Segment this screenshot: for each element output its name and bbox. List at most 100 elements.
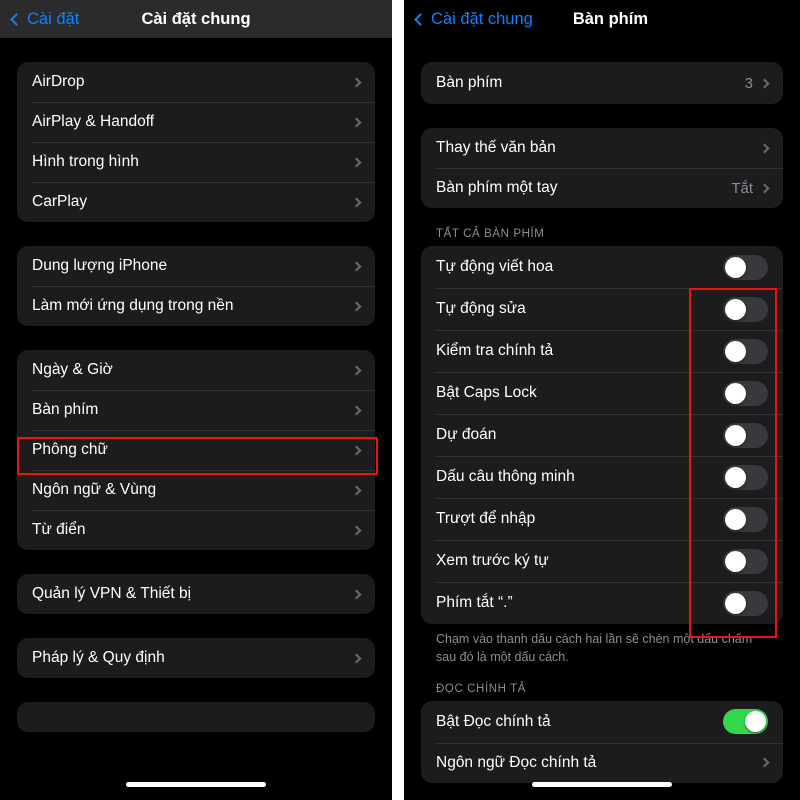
toggle-knob — [725, 382, 746, 404]
group-vpn: Quản lý VPN & Thiết bị — [17, 574, 375, 614]
settings-row-iphone-storage[interactable]: Dung lượng iPhone — [17, 246, 375, 286]
chevron-right-icon — [351, 589, 362, 599]
chevron-right-icon — [759, 143, 770, 153]
row-label: Ngôn ngữ & Vùng — [32, 481, 157, 498]
row-label: Trượt để nhập — [436, 510, 536, 527]
toggle-character-preview[interactable] — [723, 548, 768, 574]
chevron-left-icon — [414, 12, 427, 26]
row-label: Quản lý VPN & Thiết bị — [32, 585, 192, 602]
toggle-knob — [745, 711, 766, 732]
settings-row-auto-capitalization[interactable]: Tự động viết hoa — [421, 246, 783, 288]
row-value-count: 3 — [744, 74, 753, 92]
row-label: Phím tắt “.” — [436, 594, 513, 611]
toggle-knob — [725, 550, 746, 572]
group-keyboards: Bàn phím 3 — [421, 62, 783, 104]
chevron-right-icon — [759, 78, 770, 88]
settings-row-enable-dictation[interactable]: Bật Đọc chính tả — [421, 701, 783, 743]
toggle-auto-capitalization[interactable] — [723, 254, 768, 280]
left-settings-scroll[interactable]: AirDrop AirPlay & Handoff Hình trong hìn… — [0, 38, 392, 800]
toggle-auto-correction[interactable] — [723, 296, 768, 322]
row-label: Ngôn ngữ Đọc chính tả — [436, 753, 597, 771]
settings-row-carplay[interactable]: CarPlay — [17, 182, 375, 222]
panel-divider — [392, 0, 404, 800]
section-header-dictation: ĐỌC CHÍNH TẢ — [436, 682, 527, 695]
row-label: AirPlay & Handoff — [32, 113, 155, 130]
row-label: Dấu câu thông minh — [436, 468, 575, 485]
toggle-smart-punctuation[interactable] — [723, 464, 768, 490]
group-legal: Pháp lý & Quy định — [17, 638, 375, 678]
row-label: Hình trong hình — [32, 153, 139, 170]
chevron-right-icon — [351, 653, 362, 663]
left-phone-screen: Cài đặt Cài đặt chung AirDrop AirPlay & … — [0, 0, 392, 800]
group-text-options: Thay thế văn bản Bàn phím một tay Tắt — [421, 128, 783, 208]
settings-row-predictive[interactable]: Dự đoán — [421, 414, 783, 456]
row-label: Pháp lý & Quy định — [32, 649, 165, 666]
toggle-enable-dictation[interactable] — [723, 709, 768, 734]
right-settings-scroll[interactable]: Bàn phím 3 Thay thế văn bản Bàn phím một… — [404, 38, 800, 800]
chevron-right-icon — [351, 485, 362, 495]
back-button-label: Cài đặt chung — [431, 9, 533, 28]
settings-row-fonts[interactable]: Phông chữ — [17, 430, 375, 470]
row-label: Tự động sửa — [436, 300, 526, 317]
settings-row-legal-regulatory[interactable]: Pháp lý & Quy định — [17, 638, 375, 678]
settings-row-period-shortcut[interactable]: Phím tắt “.” — [421, 582, 783, 624]
back-button-general-settings[interactable]: Cài đặt chung — [414, 9, 533, 29]
chevron-right-icon — [351, 405, 362, 415]
toggle-knob — [725, 256, 746, 278]
settings-row-smart-punctuation[interactable]: Dấu câu thông minh — [421, 456, 783, 498]
home-indicator — [532, 782, 672, 787]
group-storage: Dung lượng iPhone Làm mới ứng dụng trong… — [17, 246, 375, 326]
right-page-title: Bàn phím — [572, 9, 648, 28]
home-indicator — [126, 782, 266, 787]
settings-row-character-preview[interactable]: Xem trước ký tự — [421, 540, 783, 582]
row-label: Phông chữ — [32, 441, 108, 458]
toggle-enable-caps-lock[interactable] — [723, 380, 768, 406]
row-label: Kiểm tra chính tả — [436, 342, 554, 359]
toggle-period-shortcut[interactable] — [723, 590, 768, 616]
toggle-knob — [725, 424, 746, 446]
chevron-right-icon — [351, 197, 362, 207]
chevron-right-icon — [351, 525, 362, 535]
chevron-right-icon — [351, 261, 362, 271]
row-label: Dung lượng iPhone — [32, 257, 168, 274]
settings-row-airplay-handoff[interactable]: AirPlay & Handoff — [17, 102, 375, 142]
right-navigation-bar: Cài đặt chung Bàn phím — [404, 0, 800, 38]
settings-row-slide-to-type[interactable]: Trượt để nhập — [421, 498, 783, 540]
left-navigation-bar: Cài đặt Cài đặt chung — [0, 0, 392, 38]
row-label: Bàn phím — [436, 74, 503, 91]
row-value-state: Tắt — [731, 179, 753, 197]
row-label: Bàn phím — [32, 401, 99, 418]
toggle-knob — [725, 298, 746, 320]
settings-row-keyboards[interactable]: Bàn phím 3 — [421, 62, 783, 104]
settings-row-background-app-refresh[interactable]: Làm mới ứng dụng trong nền — [17, 286, 375, 326]
right-phone-screen: Cài đặt chung Bàn phím Bàn phím 3 Thay t… — [404, 0, 800, 800]
settings-row-check-spelling[interactable]: Kiểm tra chính tả — [421, 330, 783, 372]
toggle-knob — [725, 592, 746, 614]
settings-row-picture-in-picture[interactable]: Hình trong hình — [17, 142, 375, 182]
toggle-predictive[interactable] — [723, 422, 768, 448]
settings-row-auto-correction[interactable]: Tự động sửa — [421, 288, 783, 330]
footnote-period-shortcut: Chạm vào thanh dấu cách hai lần sẽ chèn … — [436, 632, 753, 664]
settings-row-keyboard[interactable]: Bàn phím — [17, 390, 375, 430]
settings-row-language-region[interactable]: Ngôn ngữ & Vùng — [17, 470, 375, 510]
settings-row-dictionary[interactable]: Từ điển — [17, 510, 375, 550]
group-partial-bottom — [17, 702, 375, 732]
toggle-check-spelling[interactable] — [723, 338, 768, 364]
settings-row-enable-caps-lock[interactable]: Bật Caps Lock — [421, 372, 783, 414]
settings-row-text-replacement[interactable]: Thay thế văn bản — [421, 128, 783, 168]
settings-row-vpn-device-management[interactable]: Quản lý VPN & Thiết bị — [17, 574, 375, 614]
chevron-right-icon — [351, 365, 362, 375]
settings-row-dictation-languages[interactable]: Ngôn ngữ Đọc chính tả — [421, 742, 783, 783]
chevron-right-icon — [351, 157, 362, 167]
toggle-slide-to-type[interactable] — [723, 506, 768, 532]
group-connectivity: AirDrop AirPlay & Handoff Hình trong hìn… — [17, 62, 375, 222]
row-label: Thay thế văn bản — [436, 139, 556, 156]
row-label: AirDrop — [32, 73, 85, 90]
settings-row-airdrop[interactable]: AirDrop — [17, 62, 375, 102]
chevron-right-icon — [759, 183, 770, 193]
section-header-all-keyboards: TẤT CẢ BÀN PHÍM — [436, 228, 545, 240]
settings-row-date-time[interactable]: Ngày & Giờ — [17, 350, 375, 390]
row-label: Xem trước ký tự — [436, 552, 549, 569]
settings-row-one-handed-keyboard[interactable]: Bàn phím một tay Tắt — [421, 168, 783, 208]
group-all-keyboards: Tự động viết hoa Tự động sửa Kiểm tra ch… — [421, 246, 783, 624]
